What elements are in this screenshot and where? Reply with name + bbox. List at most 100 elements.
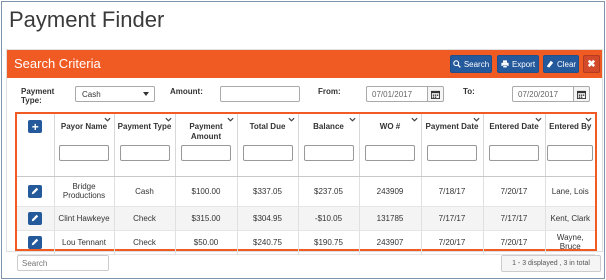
search-criteria-panel: Search Criteria Search Export Clear ✖ Pa… [6,49,603,255]
search-button-label: Search [463,59,490,69]
cell-payment-amount: $50.00 [175,230,238,255]
table-row[interactable]: Lou Tennant Check $50.00 $240.75 $190.75… [17,230,595,255]
payment-type-value: Cash [82,90,101,99]
column-header-balance[interactable]: Balance [298,114,360,177]
cell-wo-number: 243909 [359,176,422,207]
table-header-row: + Payor Name Payment Type Payment Amount… [17,114,595,177]
filter-input-wo-number[interactable] [365,145,415,161]
pagination-status: 1 - 3 displayed , 3 in total [501,255,601,272]
cell-wo-number: 243907 [359,230,422,255]
cell-payment-date: 7/18/17 [421,176,484,207]
close-button[interactable]: ✖ [583,55,600,73]
column-header-payment-type[interactable]: Payment Type [114,114,176,177]
chevron-down-icon[interactable] [472,117,480,122]
cell-entered-date: 7/17/17 [483,206,546,231]
column-header-payment-date[interactable]: Payment Date [421,114,484,177]
cell-balance: -$10.05 [298,206,360,231]
filter-input-payment-type[interactable] [119,145,170,161]
edit-button[interactable] [28,211,43,225]
chevron-down-icon[interactable] [585,117,592,122]
edit-cell [17,206,55,231]
cell-payment-type: Cash [114,176,176,207]
table-row[interactable]: Clint Hawkeye Check $315.00 $304.95 -$10… [17,206,595,231]
filter-input-payment-amount[interactable] [181,145,231,161]
from-calendar-button[interactable] [428,86,444,102]
chevron-down-icon[interactable] [226,117,234,122]
edit-button[interactable] [28,184,43,198]
column-header-wo-number[interactable]: WO # [359,114,422,177]
chevron-down-icon[interactable] [534,117,542,122]
column-header-entered-by[interactable]: Entered By [545,114,595,177]
add-column-header: + [17,114,55,177]
column-label: Payment Type [117,122,172,131]
eraser-icon [546,60,554,68]
filter-input-payment-date[interactable] [427,145,477,161]
panel-title: Search Criteria [14,56,101,71]
chevron-down-icon[interactable] [287,117,295,122]
column-label: Entered By [549,122,592,131]
export-button[interactable]: Export [497,55,539,73]
chevron-down-icon[interactable] [348,117,356,122]
add-payment-button[interactable]: + [28,120,43,133]
cell-total-due: $240.75 [237,230,299,255]
column-label: Total Due [249,122,286,131]
cell-total-due: $304.95 [237,206,299,231]
edit-cell [17,176,55,207]
cell-payor-name: Bridge Productions [54,176,115,207]
cell-entered-by: Wayne, Bruce [545,230,595,255]
calendar-icon [577,90,586,99]
chevron-down-icon[interactable] [410,117,418,122]
cell-entered-by: Kent, Clark [545,206,595,231]
footer-search-input[interactable] [17,255,109,271]
app-window: Payment Finder Search Criteria Search Ex… [1,1,605,279]
edit-cell [17,230,55,255]
filter-input-payor-name[interactable] [59,145,109,161]
chevron-down-icon[interactable] [164,117,172,122]
cell-payment-date: 7/17/17 [421,206,484,231]
column-header-payor-name[interactable]: Payor Name [54,114,115,177]
column-label: Payment Amount [189,122,223,141]
criteria-row: Payment Type: Cash Amount: From: 07/01/2… [7,78,602,108]
to-label: To: [463,87,475,96]
printer-icon [501,60,509,68]
clear-button-label: Clear [556,59,577,69]
payments-table: + Payor Name Payment Type Payment Amount… [17,114,595,255]
pencil-icon [32,187,39,195]
cell-payment-date: 7/20/17 [421,230,484,255]
filter-input-total-due[interactable] [242,145,293,161]
clear-button[interactable]: Clear [543,55,579,73]
column-label: Payor Name [60,122,108,131]
column-header-total-due[interactable]: Total Due [237,114,299,177]
to-calendar-button[interactable] [574,86,590,102]
pencil-icon [32,214,39,222]
payments-grid: + Payor Name Payment Type Payment Amount… [15,112,597,255]
column-header-payment-amount[interactable]: Payment Amount [175,114,238,177]
from-date-input[interactable]: 07/01/2017 [366,86,428,102]
filter-input-entered-date[interactable] [489,145,539,161]
from-label: From: [318,87,341,96]
cell-balance: $237.05 [298,176,360,207]
filter-input-entered-by[interactable] [547,145,594,161]
amount-input[interactable] [220,86,300,102]
chevron-down-icon [143,92,149,96]
filter-input-balance[interactable] [303,145,354,161]
chevron-down-icon[interactable] [103,117,111,122]
edit-button[interactable] [28,235,43,249]
column-label: WO # [379,122,401,131]
column-header-entered-date[interactable]: Entered Date [483,114,546,177]
to-date-input[interactable]: 07/20/2017 [512,86,574,102]
payment-type-label: Payment Type: [21,87,55,105]
column-label: Balance [313,122,344,131]
search-button[interactable]: Search [450,55,492,73]
cell-entered-date: 7/20/17 [483,176,546,207]
cell-balance: $190.75 [298,230,360,255]
column-label: Entered Date [489,122,539,131]
cell-payor-name: Lou Tennant [54,230,115,255]
cell-entered-by: Lane, Lois [545,176,595,207]
cell-payor-name: Clint Hawkeye [54,206,115,231]
page-title: Payment Finder [9,7,165,32]
table-row[interactable]: Bridge Productions Cash $100.00 $337.05 … [17,176,595,207]
pencil-icon [32,238,39,246]
cell-wo-number: 131785 [359,206,422,231]
payment-type-select[interactable]: Cash [75,86,155,102]
